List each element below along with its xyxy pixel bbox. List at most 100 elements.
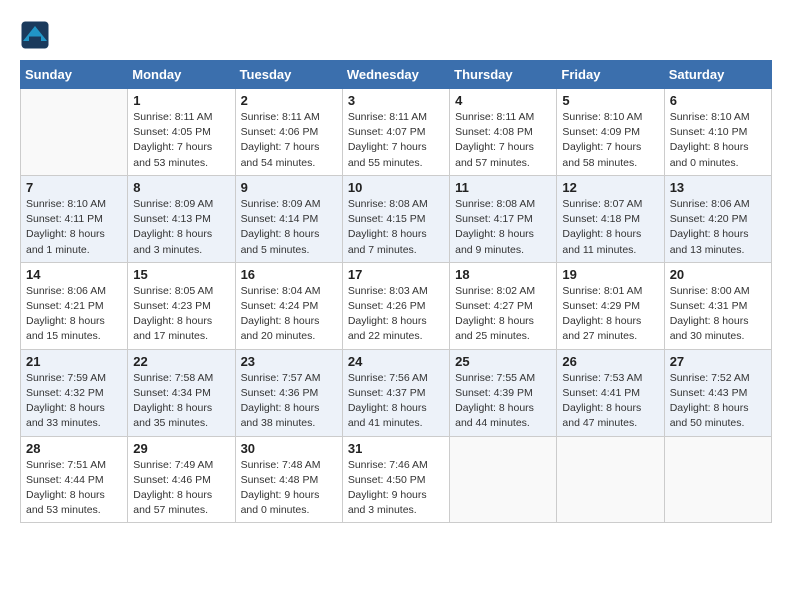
header-day-saturday: Saturday (664, 61, 771, 89)
day-info: Sunrise: 7:48 AMSunset: 4:48 PMDaylight:… (241, 458, 337, 519)
day-number: 30 (241, 441, 337, 456)
day-info: Sunrise: 8:09 AMSunset: 4:14 PMDaylight:… (241, 197, 337, 258)
week-row-4: 21 Sunrise: 7:59 AMSunset: 4:32 PMDayligh… (21, 349, 772, 436)
day-number: 14 (26, 267, 122, 282)
calendar-cell (450, 436, 557, 523)
day-number: 7 (26, 180, 122, 195)
day-info: Sunrise: 8:11 AMSunset: 4:06 PMDaylight:… (241, 110, 337, 171)
day-info: Sunrise: 8:03 AMSunset: 4:26 PMDaylight:… (348, 284, 444, 345)
calendar-cell: 1Sunrise: 8:11 AMSunset: 4:05 PMDaylight… (128, 89, 235, 176)
day-info: Sunrise: 8:11 AMSunset: 4:05 PMDaylight:… (133, 110, 229, 171)
day-number: 21 (26, 354, 122, 369)
calendar-cell: 9Sunrise: 8:09 AMSunset: 4:14 PMDaylight… (235, 175, 342, 262)
day-info: Sunrise: 7:58 AMSunset: 4:34 PMDaylight:… (133, 371, 229, 432)
day-info: Sunrise: 7:49 AMSunset: 4:46 PMDaylight:… (133, 458, 229, 519)
day-number: 2 (241, 93, 337, 108)
calendar-header-row: SundayMondayTuesdayWednesdayThursdayFrid… (21, 61, 772, 89)
day-info: Sunrise: 7:53 AMSunset: 4:41 PMDaylight:… (562, 371, 658, 432)
day-number: 22 (133, 354, 229, 369)
day-number: 27 (670, 354, 766, 369)
calendar-cell: 18Sunrise: 8:02 AMSunset: 4:27 PMDayligh… (450, 262, 557, 349)
calendar-cell: 10 Sunrise: 8:08 AMSunset: 4:15 PMDayligh… (342, 175, 449, 262)
header-day-sunday: Sunday (21, 61, 128, 89)
day-number: 15 (133, 267, 229, 282)
day-number: 24 (348, 354, 444, 369)
calendar-cell: 21 Sunrise: 7:59 AMSunset: 4:32 PMDayligh… (21, 349, 128, 436)
day-info: Sunrise: 8:11 AMSunset: 4:08 PMDaylight:… (455, 110, 551, 171)
calendar-cell: 13 Sunrise: 8:06 AMSunset: 4:20 PMDayligh… (664, 175, 771, 262)
logo-icon (20, 20, 50, 50)
day-number: 11 (455, 180, 551, 195)
day-number: 4 (455, 93, 551, 108)
calendar-cell: 4 Sunrise: 8:11 AMSunset: 4:08 PMDaylight… (450, 89, 557, 176)
day-info: Sunrise: 8:01 AMSunset: 4:29 PMDaylight:… (562, 284, 658, 345)
week-row-1: 1Sunrise: 8:11 AMSunset: 4:05 PMDaylight… (21, 89, 772, 176)
calendar-cell: 25 Sunrise: 7:55 AMSunset: 4:39 PMDayligh… (450, 349, 557, 436)
calendar-cell: 6Sunrise: 8:10 AMSunset: 4:10 PMDaylight… (664, 89, 771, 176)
header-day-tuesday: Tuesday (235, 61, 342, 89)
day-number: 23 (241, 354, 337, 369)
calendar-cell: 24Sunrise: 7:56 AMSunset: 4:37 PMDayligh… (342, 349, 449, 436)
header (20, 20, 772, 50)
day-info: Sunrise: 8:10 AMSunset: 4:11 PMDaylight:… (26, 197, 122, 258)
day-number: 28 (26, 441, 122, 456)
day-number: 20 (670, 267, 766, 282)
day-info: Sunrise: 8:07 AMSunset: 4:18 PMDaylight:… (562, 197, 658, 258)
calendar-cell: 12 Sunrise: 8:07 AMSunset: 4:18 PMDayligh… (557, 175, 664, 262)
week-row-3: 14 Sunrise: 8:06 AMSunset: 4:21 PMDayligh… (21, 262, 772, 349)
day-info: Sunrise: 7:51 AMSunset: 4:44 PMDaylight:… (26, 458, 122, 519)
calendar-cell: 30 Sunrise: 7:48 AMSunset: 4:48 PMDayligh… (235, 436, 342, 523)
day-info: Sunrise: 8:11 AMSunset: 4:07 PMDaylight:… (348, 110, 444, 171)
week-row-2: 7 Sunrise: 8:10 AMSunset: 4:11 PMDaylight… (21, 175, 772, 262)
day-info: Sunrise: 7:52 AMSunset: 4:43 PMDaylight:… (670, 371, 766, 432)
header-day-thursday: Thursday (450, 61, 557, 89)
day-info: Sunrise: 7:57 AMSunset: 4:36 PMDaylight:… (241, 371, 337, 432)
day-number: 12 (562, 180, 658, 195)
day-info: Sunrise: 8:08 AMSunset: 4:17 PMDaylight:… (455, 197, 551, 258)
day-info: Sunrise: 8:06 AMSunset: 4:21 PMDaylight:… (26, 284, 122, 345)
calendar-cell: 28 Sunrise: 7:51 AMSunset: 4:44 PMDayligh… (21, 436, 128, 523)
header-day-friday: Friday (557, 61, 664, 89)
calendar-cell: 22 Sunrise: 7:58 AMSunset: 4:34 PMDayligh… (128, 349, 235, 436)
day-number: 10 (348, 180, 444, 195)
calendar-cell: 8Sunrise: 8:09 AMSunset: 4:13 PMDaylight… (128, 175, 235, 262)
day-number: 5 (562, 93, 658, 108)
day-info: Sunrise: 7:55 AMSunset: 4:39 PMDaylight:… (455, 371, 551, 432)
calendar: SundayMondayTuesdayWednesdayThursdayFrid… (20, 60, 772, 523)
calendar-cell: 19 Sunrise: 8:01 AMSunset: 4:29 PMDayligh… (557, 262, 664, 349)
calendar-cell: 20 Sunrise: 8:00 AMSunset: 4:31 PMDayligh… (664, 262, 771, 349)
calendar-cell: 16 Sunrise: 8:04 AMSunset: 4:24 PMDayligh… (235, 262, 342, 349)
calendar-cell: 29 Sunrise: 7:49 AMSunset: 4:46 PMDayligh… (128, 436, 235, 523)
day-info: Sunrise: 8:10 AMSunset: 4:09 PMDaylight:… (562, 110, 658, 171)
day-number: 31 (348, 441, 444, 456)
day-info: Sunrise: 8:10 AMSunset: 4:10 PMDaylight:… (670, 110, 766, 171)
calendar-cell: 5 Sunrise: 8:10 AMSunset: 4:09 PMDaylight… (557, 89, 664, 176)
header-day-wednesday: Wednesday (342, 61, 449, 89)
calendar-cell: 3 Sunrise: 8:11 AMSunset: 4:07 PMDaylight… (342, 89, 449, 176)
day-number: 18 (455, 267, 551, 282)
day-info: Sunrise: 8:04 AMSunset: 4:24 PMDaylight:… (241, 284, 337, 345)
day-number: 16 (241, 267, 337, 282)
day-number: 25 (455, 354, 551, 369)
calendar-cell: 14 Sunrise: 8:06 AMSunset: 4:21 PMDayligh… (21, 262, 128, 349)
day-info: Sunrise: 7:46 AMSunset: 4:50 PMDaylight:… (348, 458, 444, 519)
calendar-cell: 15Sunrise: 8:05 AMSunset: 4:23 PMDayligh… (128, 262, 235, 349)
day-number: 13 (670, 180, 766, 195)
calendar-cell: 11 Sunrise: 8:08 AMSunset: 4:17 PMDayligh… (450, 175, 557, 262)
logo (20, 20, 54, 50)
calendar-cell: 27 Sunrise: 7:52 AMSunset: 4:43 PMDayligh… (664, 349, 771, 436)
calendar-cell: 7 Sunrise: 8:10 AMSunset: 4:11 PMDaylight… (21, 175, 128, 262)
day-info: Sunrise: 8:06 AMSunset: 4:20 PMDaylight:… (670, 197, 766, 258)
day-number: 29 (133, 441, 229, 456)
day-number: 3 (348, 93, 444, 108)
day-info: Sunrise: 7:59 AMSunset: 4:32 PMDaylight:… (26, 371, 122, 432)
day-number: 19 (562, 267, 658, 282)
calendar-cell: 23 Sunrise: 7:57 AMSunset: 4:36 PMDayligh… (235, 349, 342, 436)
day-info: Sunrise: 8:00 AMSunset: 4:31 PMDaylight:… (670, 284, 766, 345)
day-info: Sunrise: 8:08 AMSunset: 4:15 PMDaylight:… (348, 197, 444, 258)
calendar-cell: 17 Sunrise: 8:03 AMSunset: 4:26 PMDayligh… (342, 262, 449, 349)
calendar-cell: 2 Sunrise: 8:11 AMSunset: 4:06 PMDaylight… (235, 89, 342, 176)
day-info: Sunrise: 8:09 AMSunset: 4:13 PMDaylight:… (133, 197, 229, 258)
day-number: 17 (348, 267, 444, 282)
header-day-monday: Monday (128, 61, 235, 89)
